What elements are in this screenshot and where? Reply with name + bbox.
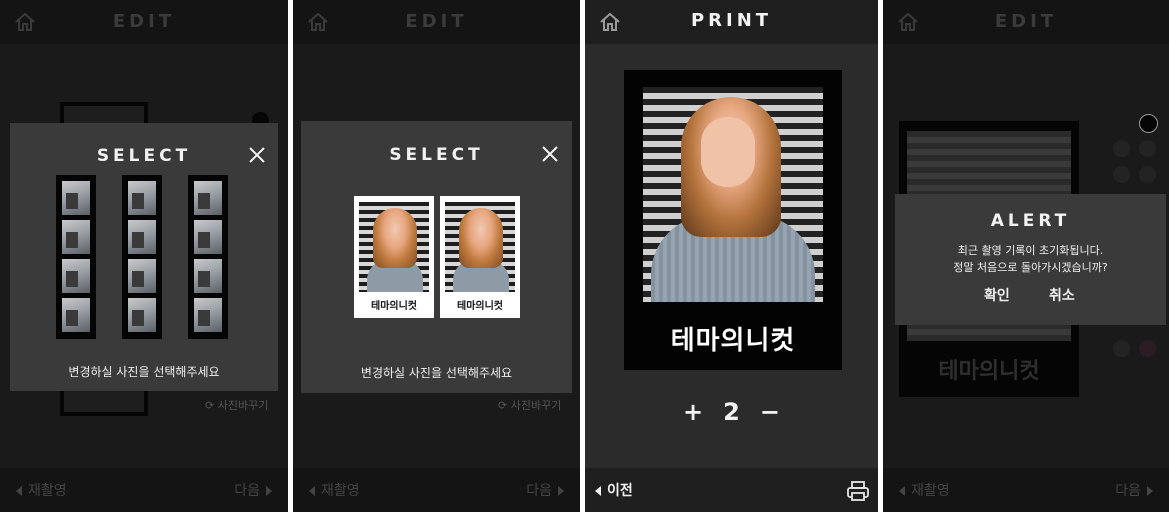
frame-logo: 테마의니컷 <box>938 359 1040 384</box>
footer: 재촬영 다음 <box>0 468 288 512</box>
close-icon[interactable] <box>248 146 266 164</box>
page-title: PRINT <box>690 10 773 31</box>
header: EDIT <box>883 0 1169 44</box>
cancel-button[interactable]: 취소 <box>1049 285 1075 305</box>
color-swatch[interactable] <box>1139 166 1156 183</box>
edit-screen-strips: EDIT ⟳ 사진바꾸기 SELECT 변경하실 사진을 선택해주세요 재촬영 … <box>0 0 288 512</box>
photo-strip-option[interactable] <box>122 175 162 339</box>
footer: 이전 <box>585 468 878 512</box>
photo-strip-option[interactable] <box>188 175 228 339</box>
alert-title: ALERT <box>990 211 1071 231</box>
edit-screen-polaroids: EDIT ⟳ 사진바꾸기 SELECT 테마의니컷 테마의니컷 변경하실 사진을… <box>293 0 580 512</box>
select-modal: SELECT 테마의니컷 테마의니컷 변경하실 사진을 선택해주세요 <box>301 121 572 393</box>
retake-button[interactable]: 재촬영 <box>309 480 360 500</box>
color-swatch[interactable] <box>1113 340 1130 357</box>
frame-logo: 테마의니컷 <box>457 301 503 312</box>
select-modal: SELECT 변경하실 사진을 선택해주세요 <box>10 123 278 391</box>
header: PRINT <box>585 0 878 44</box>
color-swatch[interactable] <box>1139 340 1156 357</box>
back-button[interactable]: 이전 <box>595 480 633 500</box>
confirm-button[interactable]: 확인 <box>984 285 1010 305</box>
alert-modal: ALERT 최근 촬영 기록이 초기화됩니다. 정말 처음으로 돌아가시겠습니까… <box>895 194 1166 325</box>
preview-photo <box>643 87 823 302</box>
printer-icon[interactable] <box>846 480 870 502</box>
change-photo-link[interactable]: ⟳ 사진바꾸기 <box>498 397 561 413</box>
page-title: EDIT <box>112 11 176 32</box>
next-button[interactable]: 다음 <box>526 480 564 500</box>
print-preview: 테마의니컷 <box>624 70 842 370</box>
photo-strip-option[interactable] <box>56 175 96 339</box>
page-title: EDIT <box>405 11 468 32</box>
photo-thumbnail <box>359 202 429 292</box>
header: EDIT <box>0 0 288 44</box>
header: EDIT <box>293 0 580 44</box>
increase-button[interactable]: + <box>683 398 703 426</box>
close-icon[interactable] <box>541 145 559 163</box>
modal-message: 변경하실 사진을 선택해주세요 <box>360 366 513 380</box>
alert-message-line-2: 정말 처음으로 돌아가시겠습니까? <box>953 261 1108 274</box>
alert-message-line-1: 최근 촬영 기록이 초기화됩니다. <box>957 244 1104 257</box>
frame-logo: 테마의니컷 <box>371 301 417 312</box>
color-swatch[interactable] <box>1139 114 1158 133</box>
quantity-value: 2 <box>723 398 740 426</box>
retake-button[interactable]: 재촬영 <box>899 480 950 500</box>
retake-button[interactable]: 재촬영 <box>16 480 67 500</box>
modal-title: SELECT <box>96 146 192 166</box>
photo-option[interactable]: 테마의니컷 <box>354 196 434 318</box>
color-swatch[interactable] <box>1113 140 1130 157</box>
photo-option[interactable]: 테마의니컷 <box>440 196 520 318</box>
footer: 재촬영 다음 <box>293 468 580 512</box>
change-photo-link[interactable]: ⟳ 사진바꾸기 <box>205 397 268 413</box>
color-swatch[interactable] <box>1139 140 1156 157</box>
footer: 재촬영 다음 <box>883 468 1169 512</box>
next-button[interactable]: 다음 <box>234 480 272 500</box>
decrease-button[interactable]: − <box>760 398 780 426</box>
photo-thumbnail <box>445 202 515 292</box>
modal-title: SELECT <box>389 145 484 165</box>
modal-message: 변경하실 사진을 선택해주세요 <box>68 365 220 379</box>
color-swatch[interactable] <box>1113 166 1130 183</box>
page-title: EDIT <box>994 11 1058 32</box>
frame-logo: 테마의니컷 <box>670 326 796 356</box>
edit-screen-alert: EDIT 테마의니컷 ALERT 최근 촬영 기록이 초기화됩니다. 정말 처음… <box>883 0 1169 512</box>
next-button[interactable]: 다음 <box>1115 480 1153 500</box>
quantity-stepper: +2− <box>585 398 878 426</box>
print-screen: PRINT 테마의니컷 +2− 이전 <box>585 0 878 512</box>
